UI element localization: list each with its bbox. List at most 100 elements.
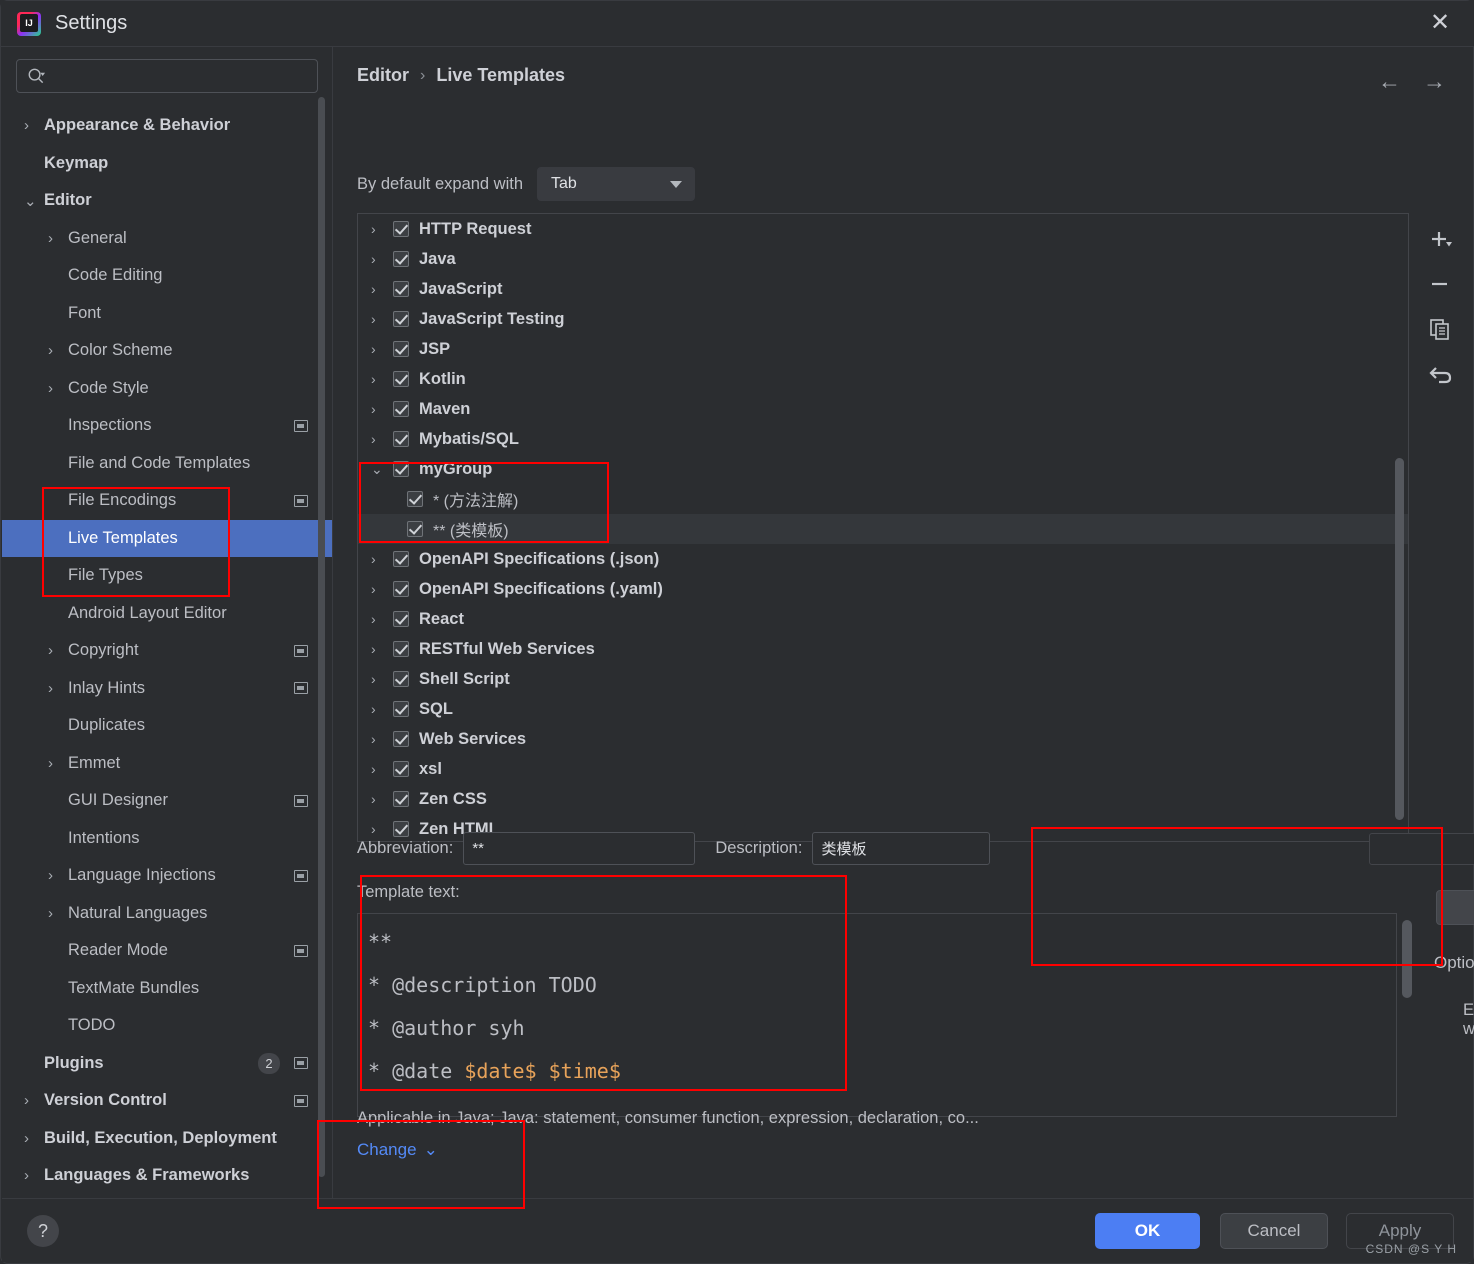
template-tree-row[interactable]: › Zen CSS bbox=[358, 784, 1408, 814]
template-checkbox[interactable] bbox=[407, 521, 423, 537]
description-input[interactable] bbox=[812, 832, 991, 865]
sidebar-item-copyright[interactable]: › Copyright bbox=[2, 632, 332, 670]
sidebar-item-reader-mode[interactable]: Reader Mode bbox=[2, 932, 332, 970]
template-tree-row[interactable]: › Web Services bbox=[358, 724, 1408, 754]
sidebar-item-file-encodings[interactable]: File Encodings bbox=[2, 482, 332, 520]
chevron-right-icon[interactable]: › bbox=[371, 761, 393, 777]
chevron-right-icon[interactable]: › bbox=[371, 731, 393, 747]
sidebar-item-language-injections[interactable]: › Language Injections bbox=[2, 857, 332, 895]
chevron-right-icon[interactable]: › bbox=[24, 1167, 44, 1184]
chevron-down-icon[interactable]: ⌄ bbox=[371, 461, 393, 478]
templates-scrollbar[interactable] bbox=[1395, 458, 1404, 820]
sidebar-item-languages-frameworks[interactable]: › Languages & Frameworks bbox=[2, 1157, 332, 1195]
sidebar-item-file-types[interactable]: File Types bbox=[2, 557, 332, 595]
change-context-link[interactable]: Change ⌄ bbox=[357, 1140, 438, 1160]
template-checkbox[interactable] bbox=[393, 371, 409, 387]
sidebar-item-keymap[interactable]: Keymap bbox=[2, 145, 332, 183]
chevron-right-icon[interactable]: › bbox=[371, 341, 393, 357]
sidebar-item-appearance-behavior[interactable]: › Appearance & Behavior bbox=[2, 107, 332, 145]
chevron-right-icon[interactable]: › bbox=[48, 230, 68, 247]
chevron-right-icon[interactable]: › bbox=[48, 867, 68, 884]
sidebar-item-gui-designer[interactable]: GUI Designer bbox=[2, 782, 332, 820]
template-tree-row[interactable]: ⌄ myGroup bbox=[358, 454, 1408, 484]
template-checkbox[interactable] bbox=[393, 701, 409, 717]
chevron-right-icon[interactable]: › bbox=[371, 281, 393, 297]
template-tree-row[interactable]: › Java bbox=[358, 244, 1408, 274]
template-tree-row[interactable]: › xsl bbox=[358, 754, 1408, 784]
template-tree-row[interactable]: › Shell Script bbox=[358, 664, 1408, 694]
chevron-right-icon[interactable]: › bbox=[371, 371, 393, 387]
template-tree-row[interactable]: › Kotlin bbox=[358, 364, 1408, 394]
template-tree-row[interactable]: › JavaScript Testing bbox=[358, 304, 1408, 334]
ok-button[interactable]: OK bbox=[1095, 1213, 1200, 1249]
template-checkbox[interactable] bbox=[393, 221, 409, 237]
template-checkbox[interactable] bbox=[393, 311, 409, 327]
duplicate-icon[interactable] bbox=[1428, 317, 1454, 343]
chevron-right-icon[interactable]: › bbox=[24, 117, 44, 134]
sidebar-item-inlay-hints[interactable]: › Inlay Hints bbox=[2, 670, 332, 708]
template-checkbox[interactable] bbox=[393, 251, 409, 267]
search-box[interactable] bbox=[16, 59, 318, 93]
sidebar-item-font[interactable]: Font bbox=[2, 295, 332, 333]
sidebar-item-duplicates[interactable]: Duplicates bbox=[2, 707, 332, 745]
chevron-right-icon[interactable]: › bbox=[371, 551, 393, 567]
sidebar-item-intentions[interactable]: Intentions bbox=[2, 820, 332, 858]
chevron-right-icon[interactable]: › bbox=[371, 611, 393, 627]
revert-icon[interactable] bbox=[1428, 361, 1454, 387]
live-templates-tree[interactable]: › HTTP Request › Java › JavaScript › JavaScript… bbox=[357, 213, 1409, 842]
sidebar-item-natural-languages[interactable]: › Natural Languages bbox=[2, 895, 332, 933]
template-checkbox[interactable] bbox=[393, 641, 409, 657]
chevron-down-icon[interactable]: ⌄ bbox=[24, 192, 44, 210]
template-tree-row[interactable]: › Maven bbox=[358, 394, 1408, 424]
chevron-right-icon[interactable]: › bbox=[24, 1130, 44, 1147]
template-checkbox[interactable] bbox=[407, 491, 423, 507]
template-tree-row[interactable]: › OpenAPI Specifications (.yaml) bbox=[358, 574, 1408, 604]
chevron-right-icon[interactable]: › bbox=[48, 380, 68, 397]
arrow-right-icon[interactable]: → bbox=[1423, 70, 1446, 93]
template-tree-row[interactable]: › SQL bbox=[358, 694, 1408, 724]
edit-variables-button[interactable]: Edit variables bbox=[1436, 890, 1474, 925]
template-checkbox[interactable] bbox=[393, 341, 409, 357]
template-tree-row[interactable]: ** (类模板) bbox=[358, 514, 1408, 544]
chevron-right-icon[interactable]: › bbox=[48, 680, 68, 697]
sidebar-item-build-execution-deployment[interactable]: › Build, Execution, Deployment bbox=[2, 1120, 332, 1158]
breadcrumb-parent[interactable]: Editor bbox=[357, 65, 409, 86]
sidebar-item-file-and-code-templates[interactable]: File and Code Templates bbox=[2, 445, 332, 483]
template-tree-row[interactable]: › RESTful Web Services bbox=[358, 634, 1408, 664]
template-tree-row[interactable]: › HTTP Request bbox=[358, 214, 1408, 244]
chevron-right-icon[interactable]: › bbox=[371, 671, 393, 687]
template-checkbox[interactable] bbox=[393, 431, 409, 447]
template-checkbox[interactable] bbox=[393, 671, 409, 687]
sidebar-item-color-scheme[interactable]: › Color Scheme bbox=[2, 332, 332, 370]
template-tree-row[interactable]: › Mybatis/SQL bbox=[358, 424, 1408, 454]
template-checkbox[interactable] bbox=[393, 401, 409, 417]
chevron-right-icon[interactable]: › bbox=[371, 581, 393, 597]
chevron-right-icon[interactable]: › bbox=[48, 905, 68, 922]
close-icon[interactable]: ✕ bbox=[1425, 9, 1455, 39]
template-tree-row[interactable]: › JSP bbox=[358, 334, 1408, 364]
chevron-right-icon[interactable]: › bbox=[371, 311, 393, 327]
template-text-editor[interactable]: ** * @description TODO * @author syh * @… bbox=[357, 913, 1397, 1117]
help-button[interactable]: ? bbox=[27, 1215, 59, 1247]
chevron-right-icon[interactable]: › bbox=[24, 1092, 44, 1109]
chevron-right-icon[interactable]: › bbox=[371, 221, 393, 237]
chevron-right-icon[interactable]: › bbox=[371, 431, 393, 447]
sidebar-item-general[interactable]: › General bbox=[2, 220, 332, 258]
sidebar-scrollbar[interactable] bbox=[318, 97, 325, 1177]
template-text-scrollbar[interactable] bbox=[1402, 920, 1412, 998]
chevron-right-icon[interactable]: › bbox=[48, 642, 68, 659]
default-expand-combo[interactable]: Tab bbox=[537, 167, 696, 201]
template-tree-row[interactable]: › OpenAPI Specifications (.json) bbox=[358, 544, 1408, 574]
chevron-right-icon[interactable]: › bbox=[371, 701, 393, 717]
template-checkbox[interactable] bbox=[393, 791, 409, 807]
chevron-right-icon[interactable]: › bbox=[48, 755, 68, 772]
remove-icon[interactable] bbox=[1428, 273, 1454, 299]
template-checkbox[interactable] bbox=[393, 731, 409, 747]
search-input[interactable] bbox=[53, 60, 311, 92]
template-checkbox[interactable] bbox=[393, 761, 409, 777]
abbreviation-input[interactable] bbox=[463, 832, 696, 865]
template-checkbox[interactable] bbox=[393, 551, 409, 567]
sidebar-item-live-templates[interactable]: Live Templates bbox=[2, 519, 332, 557]
sidebar-item-editor[interactable]: ⌄ Editor bbox=[2, 182, 332, 220]
template-checkbox[interactable] bbox=[393, 611, 409, 627]
